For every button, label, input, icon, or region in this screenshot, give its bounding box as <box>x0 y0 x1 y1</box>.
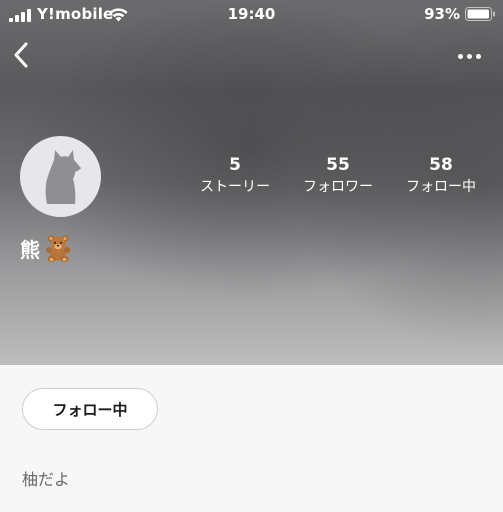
cat-silhouette-icon <box>45 150 81 204</box>
following-button[interactable]: フォロー中 <box>22 388 158 430</box>
stat-stories[interactable]: 5 ストーリー <box>180 154 290 196</box>
more-options-button[interactable] <box>454 46 484 66</box>
profile-name-text: 熊 <box>20 237 40 262</box>
status-bar: Y!mobile 19:40 93% <box>0 0 503 30</box>
teddy-bear-icon <box>46 235 70 262</box>
stories-count: 5 <box>229 155 241 175</box>
back-button[interactable] <box>6 39 36 71</box>
profile-name: 熊 <box>20 233 73 263</box>
following-label: フォロー中 <box>406 179 476 195</box>
profile-header: Y!mobile 19:40 93% 5 ストーリー 55 フォロワー 58 フ… <box>0 0 503 365</box>
battery-icon <box>465 7 495 21</box>
followers-label: フォロワー <box>303 179 373 195</box>
stories-label: ストーリー <box>200 179 270 195</box>
stat-following[interactable]: 58 フォロー中 <box>386 154 496 196</box>
avatar[interactable] <box>20 136 101 217</box>
chevron-left-icon <box>14 42 28 68</box>
more-horizontal-icon <box>457 53 463 59</box>
profile-bio: 柚だよ <box>22 470 71 489</box>
stat-followers[interactable]: 55 フォロワー <box>283 154 393 196</box>
battery-percent: 93% <box>424 5 460 23</box>
following-count: 58 <box>429 155 453 175</box>
followers-count: 55 <box>326 155 350 175</box>
